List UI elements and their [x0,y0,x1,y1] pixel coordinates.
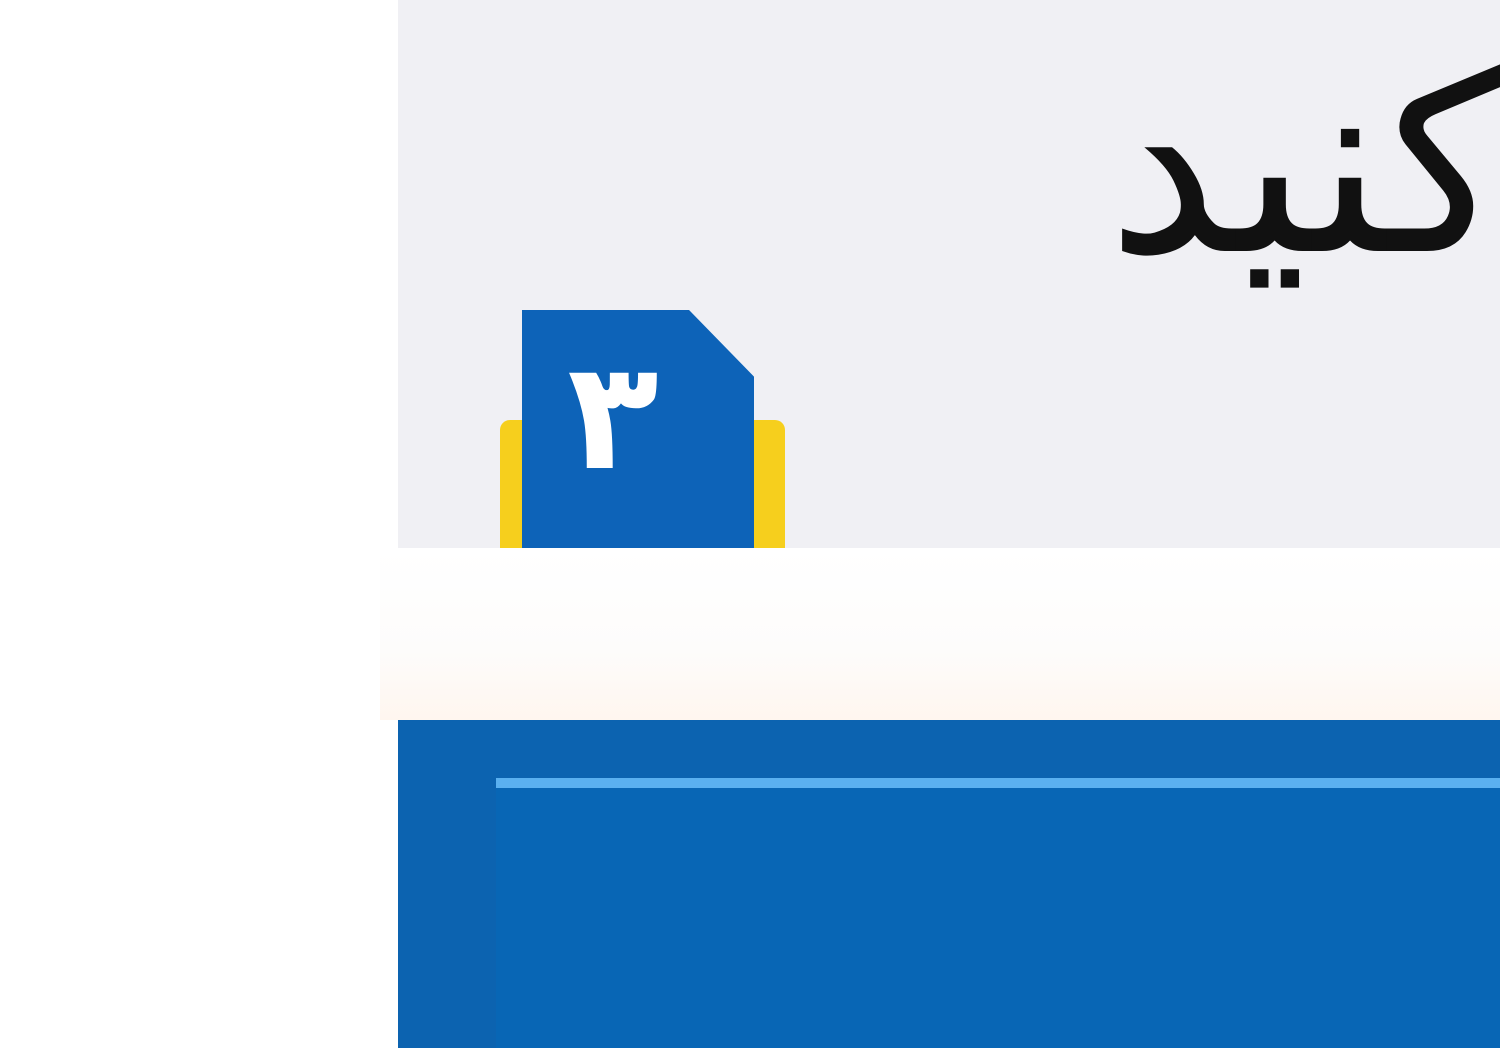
instruction-text: کنید [1106,19,1500,310]
blue-action-bar[interactable] [398,720,1500,1048]
step-number-badge: ۳ [500,310,785,548]
step-number: ۳ [567,330,659,504]
blue-bar-inner [496,778,1500,1048]
divider-strip [380,548,1500,720]
page: کنید ۳ [0,0,1500,1048]
